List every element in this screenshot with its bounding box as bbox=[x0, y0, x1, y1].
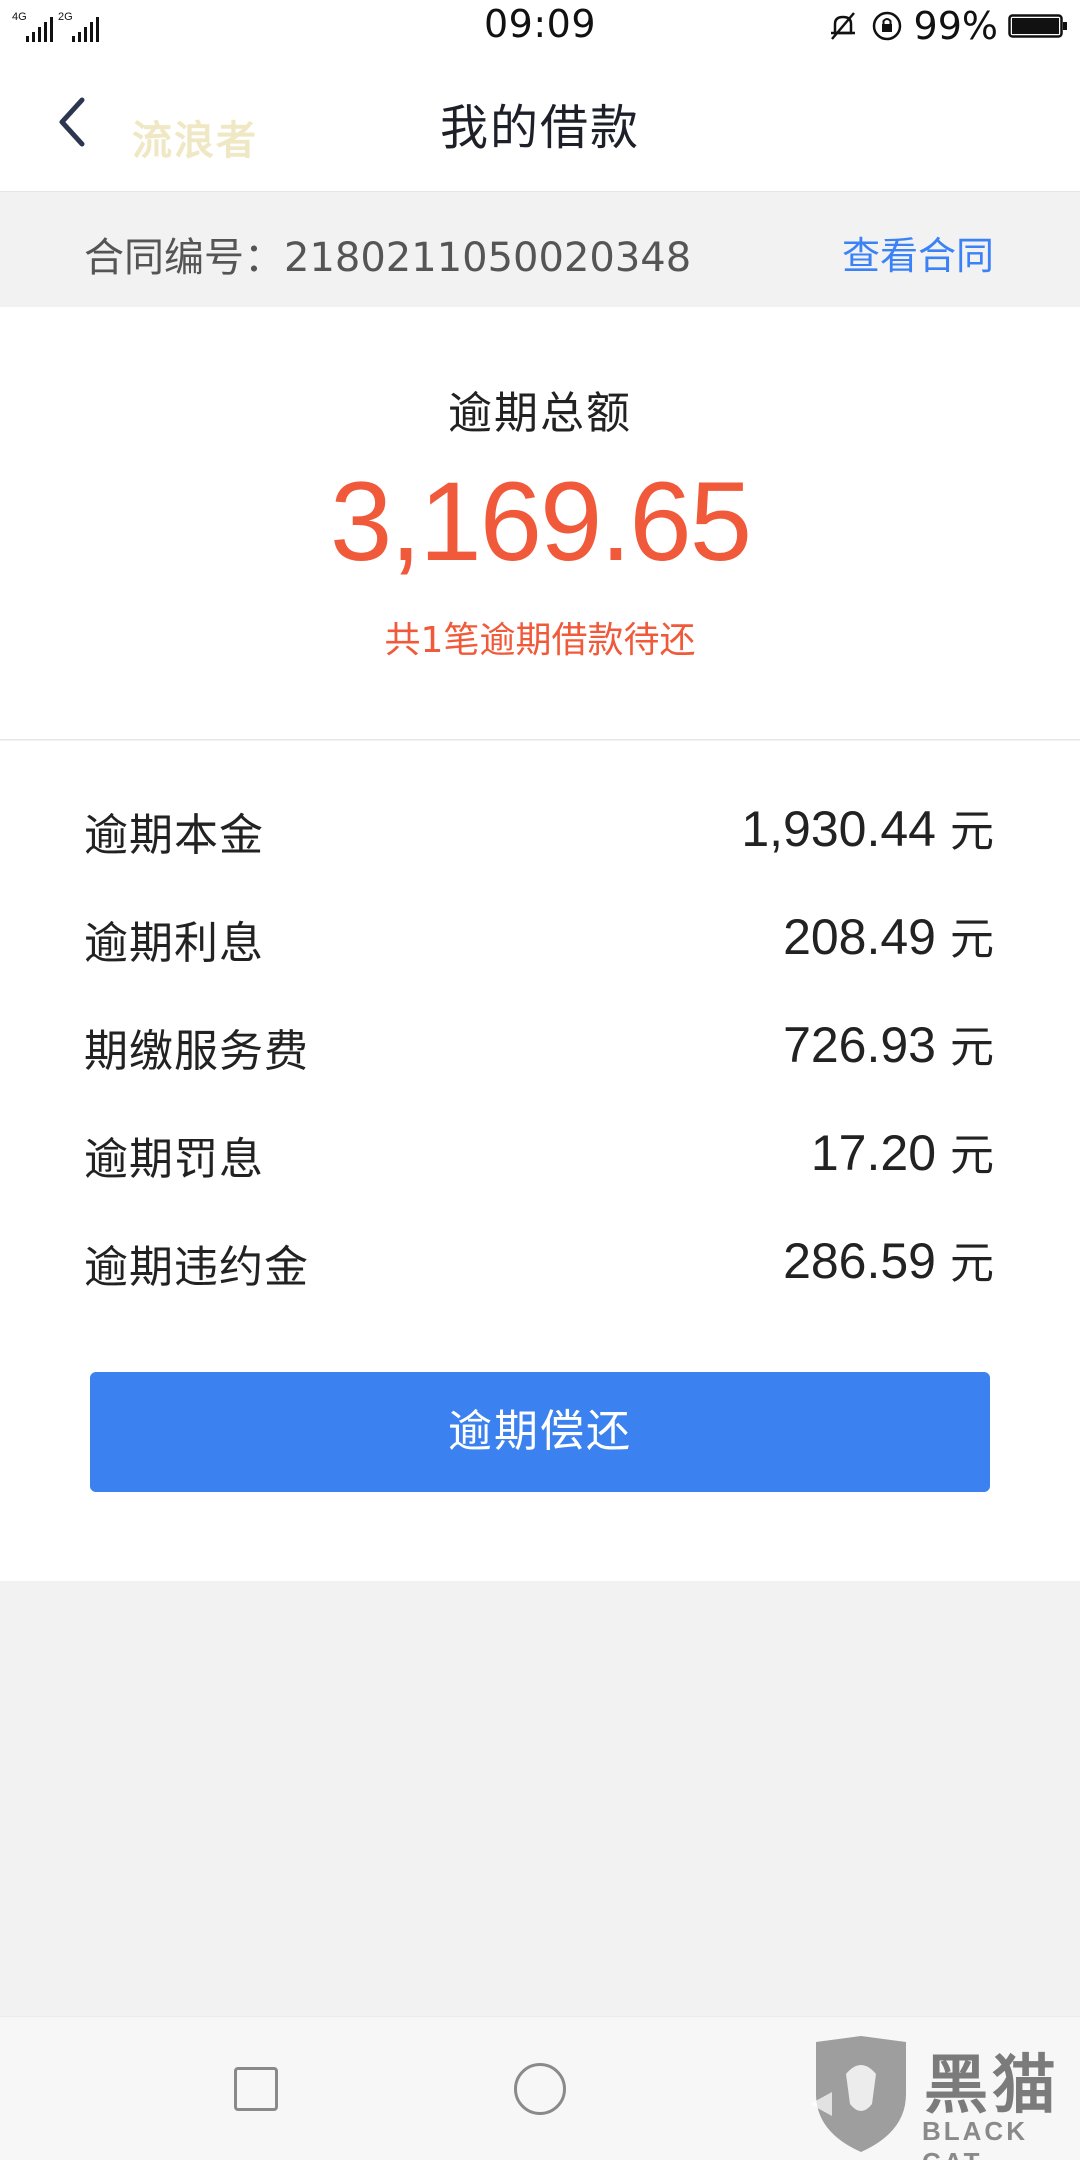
overdue-details: 逾期本金 1,930.44 元 逾期利息 208.49 元 期缴服务费 726.93… bbox=[0, 741, 1080, 1581]
rotation-lock-icon bbox=[872, 11, 901, 41]
detail-label: 逾期罚息 bbox=[84, 1134, 264, 1185]
detail-unit: 元 bbox=[950, 1130, 994, 1181]
summary-subtitle: 共1笔逾期借款待还 bbox=[384, 620, 696, 661]
detail-label: 逾期本金 bbox=[84, 810, 264, 861]
battery-percent: 99% bbox=[913, 4, 998, 48]
detail-label: 逾期利息 bbox=[84, 918, 264, 969]
detail-amount: 1,930.44 bbox=[741, 801, 936, 857]
blackcat-en-text: BLACK CAT bbox=[922, 2116, 1028, 2160]
mute-icon bbox=[830, 12, 855, 40]
blackcat-watermark: 黑猫 BLACK CAT bbox=[806, 2030, 1076, 2160]
summary-title: 逾期总额 bbox=[448, 388, 632, 439]
detail-value: 286.59 元 bbox=[783, 1227, 994, 1291]
detail-unit: 元 bbox=[950, 806, 994, 857]
recent-apps-button[interactable] bbox=[234, 2067, 278, 2111]
detail-row-service-fee: 期缴服务费 726.93 元 bbox=[84, 1005, 994, 1085]
battery-icon bbox=[1008, 14, 1067, 38]
detail-row-interest: 逾期利息 208.49 元 bbox=[84, 897, 994, 977]
blackcat-cn-text: 黑猫 bbox=[924, 2049, 1060, 2123]
detail-unit: 元 bbox=[950, 1022, 994, 1073]
detail-row-principal: 逾期本金 1,930.44 元 bbox=[84, 789, 994, 869]
overdue-total-amount: 3,169.65 bbox=[330, 459, 752, 584]
status-right: 99% bbox=[826, 4, 1068, 48]
nav-bar: 流浪者 我的借款 bbox=[0, 52, 1080, 192]
detail-unit: 元 bbox=[950, 1238, 994, 1289]
contract-number: 合同编号：2180211050020348 bbox=[84, 235, 692, 281]
detail-label: 逾期违约金 bbox=[84, 1242, 309, 1293]
page-title: 我的借款 bbox=[439, 100, 640, 156]
detail-amount: 286.59 bbox=[783, 1233, 936, 1289]
detail-row-penalty-interest: 逾期罚息 17.20 元 bbox=[84, 1113, 994, 1193]
contract-bar: 合同编号：2180211050020348 查看合同 bbox=[0, 193, 1080, 307]
home-button[interactable] bbox=[514, 2063, 566, 2115]
status-bar: 4G 2G 09:09 99% bbox=[0, 0, 1080, 52]
detail-value: 17.20 元 bbox=[811, 1119, 994, 1183]
detail-label: 期缴服务费 bbox=[84, 1026, 309, 1077]
detail-value: 1,930.44 元 bbox=[741, 795, 994, 859]
detail-row-default-fee: 逾期违约金 286.59 元 bbox=[84, 1221, 994, 1301]
view-contract-link[interactable]: 查看合同 bbox=[842, 225, 994, 280]
cat-shield-icon bbox=[810, 2036, 906, 2152]
detail-value: 208.49 元 bbox=[783, 903, 994, 967]
overdue-repay-button[interactable]: 逾期偿还 bbox=[90, 1372, 990, 1492]
detail-amount: 17.20 bbox=[810, 1125, 936, 1181]
detail-amount: 208.49 bbox=[783, 909, 936, 965]
detail-amount: 726.93 bbox=[783, 1017, 936, 1073]
overdue-summary: 逾期总额 3,169.65 共1笔逾期借款待还 bbox=[0, 307, 1080, 740]
detail-value: 726.93 元 bbox=[783, 1011, 994, 1075]
detail-unit: 元 bbox=[950, 914, 994, 965]
